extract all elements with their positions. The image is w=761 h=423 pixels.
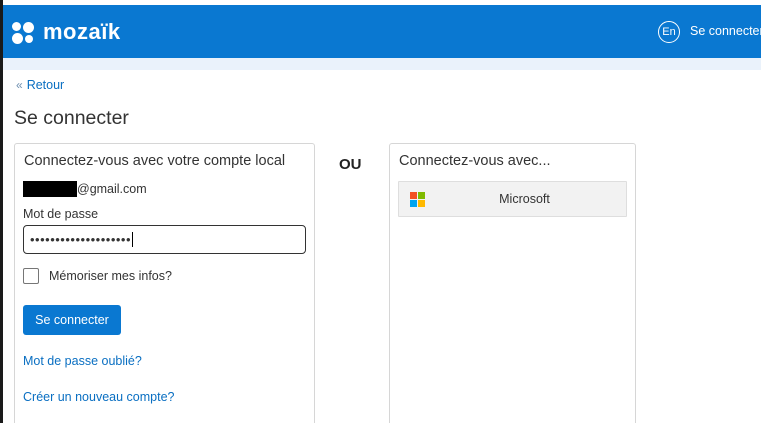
password-label: Mot de passe xyxy=(23,207,99,221)
remember-me-label: Mémoriser mes infos? xyxy=(49,269,172,283)
or-separator: OU xyxy=(339,156,362,173)
header-sub-strip xyxy=(3,58,761,70)
text-caret xyxy=(132,232,134,247)
header-login-link[interactable]: Se connecter xyxy=(690,24,761,38)
forgot-password-link[interactable]: Mot de passe oublié? xyxy=(23,354,142,368)
external-login-heading: Connectez-vous avec... xyxy=(399,153,551,169)
brand-name: mozaïk xyxy=(43,19,121,44)
password-input[interactable]: •••••••••••••••••••• xyxy=(23,225,306,254)
double-chevron-left-icon: « xyxy=(16,78,23,92)
remember-me-checkbox[interactable] xyxy=(23,268,39,284)
email-suffix: @gmail.com xyxy=(77,182,147,196)
login-submit-button[interactable]: Se connecter xyxy=(23,305,121,335)
language-toggle-button[interactable]: En xyxy=(658,21,680,43)
microsoft-login-label: Microsoft xyxy=(499,192,550,206)
page-title: Se connecter xyxy=(14,107,129,129)
brand-logo[interactable]: mozaïk xyxy=(11,17,121,47)
remember-me-row[interactable]: Mémoriser mes infos? xyxy=(23,268,172,284)
account-email: @gmail.com xyxy=(23,181,147,197)
redacted-email-prefix xyxy=(23,181,77,197)
microsoft-login-button[interactable]: Microsoft xyxy=(398,181,627,217)
password-masked-value: •••••••••••••••••••• xyxy=(30,232,132,247)
back-link[interactable]: « Retour xyxy=(16,78,64,92)
create-account-link[interactable]: Créer un nouveau compte? xyxy=(23,390,174,404)
back-link-label: Retour xyxy=(26,78,65,92)
local-login-heading: Connectez-vous avec votre compte local xyxy=(24,153,286,169)
top-header-bar: mozaïk En Se connecter xyxy=(3,5,761,58)
mozaik-logo-icon xyxy=(11,20,35,44)
